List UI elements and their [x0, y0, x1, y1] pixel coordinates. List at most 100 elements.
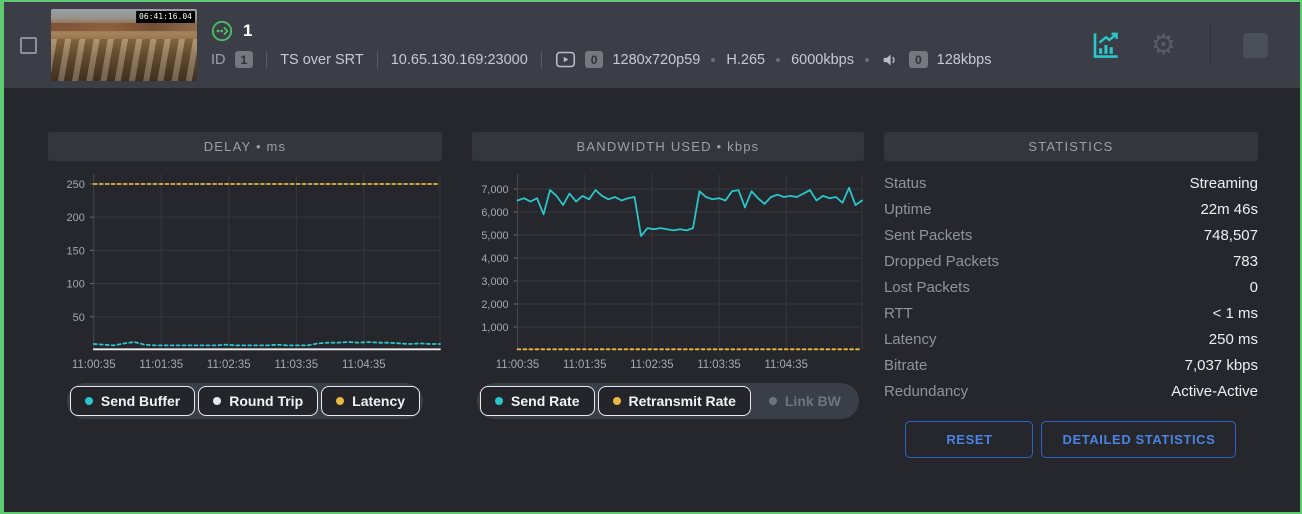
stat-value: 748,507 [1204, 227, 1258, 244]
stat-value: 250 ms [1209, 331, 1258, 348]
dot-separator [711, 58, 715, 62]
id-label: ID [211, 52, 226, 68]
video-thumbnail[interactable]: 06:41:16.04 [51, 9, 197, 81]
bandwidth-panel-title: BANDWIDTH USED • kbps [472, 132, 864, 161]
svg-text:5,000: 5,000 [481, 230, 508, 242]
svg-text:11:02:35: 11:02:35 [207, 359, 251, 371]
stat-row-lost-packets: Lost Packets 0 [884, 274, 1258, 300]
legend-label: Round Trip [229, 393, 303, 409]
svg-text:11:03:35: 11:03:35 [274, 359, 318, 371]
svg-text:11:03:35: 11:03:35 [697, 359, 740, 371]
dot-separator [776, 58, 780, 62]
stat-label: Lost Packets [884, 279, 970, 296]
legend-item-latency[interactable]: Latency [321, 386, 420, 416]
stream-title: 1 [243, 21, 252, 41]
svg-text:6,000: 6,000 [481, 207, 508, 219]
stream-header: 06:41:16.04 1 ID 1 TS over SRT [4, 2, 1300, 88]
divider [266, 51, 267, 69]
legend-label: Link BW [785, 393, 841, 409]
svg-text:11:02:35: 11:02:35 [630, 359, 673, 371]
stat-row-dropped-packets: Dropped Packets 783 [884, 248, 1258, 274]
chart-icon [1090, 30, 1121, 61]
stat-row-bitrate: Bitrate7,037 kbps [884, 352, 1258, 378]
legend-item-round-trip[interactable]: Round Trip [198, 386, 318, 416]
statistics-toggle-button[interactable] [1090, 30, 1121, 61]
audio-count-badge: 0 [909, 51, 928, 68]
stream-details: DELAY • ms 5010015020025011:00:3511:01:3… [4, 88, 1300, 458]
video-bitrate: 6000kbps [791, 52, 854, 68]
stream-title-block: 1 ID 1 TS over SRT 10.65.130.169:23000 0… [211, 20, 992, 70]
svg-text:11:00:35: 11:00:35 [496, 359, 539, 371]
svg-text:7,000: 7,000 [481, 184, 508, 196]
legend-label: Send Buffer [101, 393, 180, 409]
delay-panel: DELAY • ms 5010015020025011:00:3511:01:3… [48, 132, 442, 458]
svg-text:11:01:35: 11:01:35 [563, 359, 606, 371]
select-checkbox[interactable] [20, 37, 37, 54]
stat-label: Dropped Packets [884, 253, 999, 270]
id-badge: 1 [235, 51, 254, 68]
header-divider [1210, 24, 1211, 66]
legend-dot [85, 397, 93, 405]
svg-text:3,000: 3,000 [481, 276, 508, 288]
streaming-status-icon [211, 20, 233, 42]
video-icon [555, 49, 576, 70]
stat-value: Active-Active [1171, 383, 1258, 400]
stream-address: 10.65.130.169:23000 [391, 52, 528, 68]
legend-item-link-bw[interactable]: Link BW [754, 386, 856, 416]
svg-text:11:00:35: 11:00:35 [72, 359, 116, 371]
video-count-badge: 0 [585, 51, 604, 68]
svg-text:11:04:35: 11:04:35 [764, 359, 807, 371]
stat-value: Streaming [1190, 175, 1258, 192]
legend-dot [495, 397, 503, 405]
svg-text:11:04:35: 11:04:35 [342, 359, 386, 371]
audio-bitrate: 128kbps [937, 52, 992, 68]
svg-text:50: 50 [73, 312, 85, 324]
delay-chart: 5010015020025011:00:3511:01:3511:02:3511… [48, 166, 442, 374]
statistics-panel: STATISTICS StatusStreamingUptime22m 46sS… [884, 132, 1258, 458]
statistics-list: Status Streaming Uptime 22m 46s Sent Packets… [884, 170, 1258, 404]
detailed-statistics-button[interactable]: DETAILED STATISTICS [1041, 421, 1236, 458]
stat-label: Bitrate [884, 357, 927, 374]
bandwidth-chart: 1,0002,0003,0004,0005,0006,0007,00011:00… [472, 166, 864, 374]
stat-row-rtt: RTT < 1 ms [884, 300, 1258, 326]
stat-row-latency: Latency 250 ms [884, 326, 1258, 352]
svg-text:1,000: 1,000 [481, 322, 508, 334]
video-format: 1280x720p59 [612, 52, 700, 68]
legend-dot [769, 397, 777, 405]
legend-label: Retransmit Rate [629, 393, 736, 409]
legend-item-retransmit-rate[interactable]: Retransmit Rate [598, 386, 751, 416]
stat-label: Status [884, 175, 927, 192]
thumbnail-timecode: 06:41:16.04 [136, 11, 195, 23]
stat-value: < 1 ms [1213, 305, 1258, 322]
statistics-panel-title: STATISTICS [884, 132, 1258, 161]
stat-value: 22m 46s [1200, 201, 1258, 218]
stat-value: 783 [1233, 253, 1258, 270]
stream-card: 06:41:16.04 1 ID 1 TS over SRT [0, 0, 1302, 514]
audio-icon [880, 50, 900, 70]
bandwidth-panel: BANDWIDTH USED • kbps 1,0002,0003,0004,0… [472, 132, 864, 458]
svg-text:100: 100 [67, 279, 85, 291]
delay-legend: Send Buffer Round Trip Latency [67, 383, 423, 419]
divider [377, 51, 378, 69]
svg-text:11:01:35: 11:01:35 [139, 359, 183, 371]
protocol-label: TS over SRT [280, 52, 364, 68]
legend-label: Latency [352, 393, 405, 409]
stat-row-status: Status Streaming [884, 170, 1258, 196]
stat-value: 0 [1250, 279, 1258, 296]
bandwidth-legend: Send Rate Retransmit Rate Link BW [477, 383, 859, 419]
stat-row-redundancy: RedundancyActive-Active [884, 378, 1258, 404]
legend-item-send-rate[interactable]: Send Rate [480, 386, 594, 416]
settings-button[interactable]: ⚙ [1151, 31, 1176, 59]
square-action-button[interactable] [1243, 33, 1268, 58]
stat-label: Uptime [884, 201, 932, 218]
reset-button[interactable]: RESET [905, 421, 1033, 458]
stat-label: Latency [884, 331, 937, 348]
delay-panel-title: DELAY • ms [48, 132, 442, 161]
stat-label: RTT [884, 305, 913, 322]
gear-icon: ⚙ [1151, 31, 1176, 59]
svg-text:150: 150 [67, 245, 85, 257]
legend-dot [336, 397, 344, 405]
legend-item-send-buffer[interactable]: Send Buffer [70, 386, 195, 416]
video-codec: H.265 [726, 52, 765, 68]
stat-label: Sent Packets [884, 227, 972, 244]
